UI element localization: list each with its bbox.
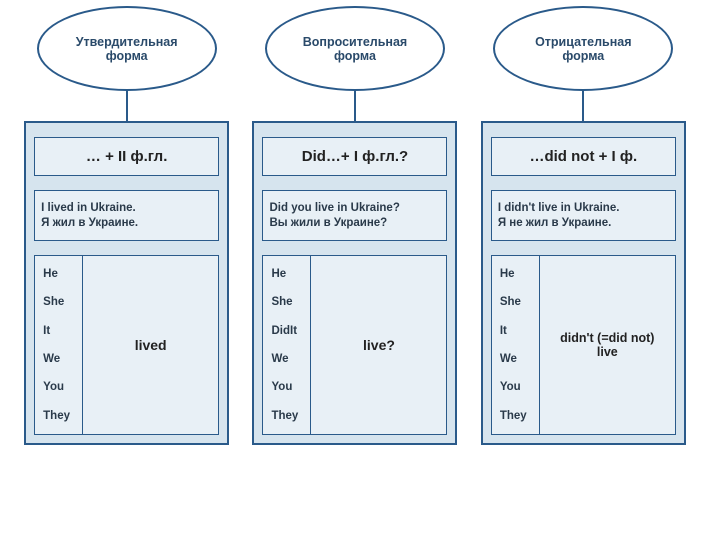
verb-text: live? bbox=[363, 337, 395, 353]
title-line: форма bbox=[334, 49, 376, 63]
pronoun-column: He She DidIt We You They bbox=[263, 256, 311, 434]
pronoun: You bbox=[500, 381, 531, 393]
title-ellipse-affirmative: Утвердительная форма bbox=[37, 6, 217, 91]
pronoun: She bbox=[271, 296, 302, 308]
verb-column: didn't (=did not) live bbox=[540, 256, 675, 434]
example-ru: Я не жил в Украине. bbox=[498, 217, 669, 229]
pronoun: You bbox=[43, 381, 74, 393]
pronoun: He bbox=[500, 268, 531, 280]
verb-column: live? bbox=[311, 256, 446, 434]
pronoun: DidIt bbox=[271, 325, 302, 337]
pronoun: They bbox=[43, 410, 74, 422]
panel-interrogative: Did…+ I ф.гл.? Did you live in Ukraine? … bbox=[252, 121, 457, 445]
example-en: I didn't live in Ukraine. bbox=[498, 202, 669, 214]
pronoun-table: He She DidIt We You They live? bbox=[262, 255, 447, 435]
pronoun: We bbox=[43, 353, 74, 365]
formula-box: …did not + I ф. bbox=[491, 137, 676, 176]
pronoun-column: He She It We You They bbox=[492, 256, 540, 434]
connector-line bbox=[582, 87, 584, 121]
pronoun: It bbox=[43, 325, 74, 337]
title-line: Отрицательная bbox=[535, 35, 631, 49]
example-box: Did you live in Ukraine? Вы жили в Украи… bbox=[262, 190, 447, 241]
formula-box: … + II ф.гл. bbox=[34, 137, 219, 176]
panel-affirmative: … + II ф.гл. I lived in Ukraine. Я жил в… bbox=[24, 121, 229, 445]
panel-negative: …did not + I ф. I didn't live in Ukraine… bbox=[481, 121, 686, 445]
pronoun: They bbox=[500, 410, 531, 422]
pronoun: He bbox=[43, 268, 74, 280]
title-line: форма bbox=[562, 49, 604, 63]
pronoun: You bbox=[271, 381, 302, 393]
pronoun: She bbox=[43, 296, 74, 308]
example-en: I lived in Ukraine. bbox=[41, 202, 212, 214]
example-en: Did you live in Ukraine? bbox=[269, 202, 440, 214]
pronoun-table: He She It We You They lived bbox=[34, 255, 219, 435]
pronoun: She bbox=[500, 296, 531, 308]
pronoun-table: He She It We You They didn't (=did not) … bbox=[491, 255, 676, 435]
column-interrogative: Вопросительная форма Did…+ I ф.гл.? Did … bbox=[248, 0, 461, 445]
pronoun: He bbox=[271, 268, 302, 280]
verb-text: didn't (=did not) bbox=[560, 331, 654, 345]
pronoun: They bbox=[271, 410, 302, 422]
pronoun: We bbox=[271, 353, 302, 365]
diagram-container: Утвердительная форма … + II ф.гл. I live… bbox=[0, 0, 710, 445]
example-box: I lived in Ukraine. Я жил в Украине. bbox=[34, 190, 219, 241]
column-negative: Отрицательная форма …did not + I ф. I di… bbox=[477, 0, 690, 445]
title-line: Утвердительная bbox=[76, 35, 178, 49]
pronoun: We bbox=[500, 353, 531, 365]
column-affirmative: Утвердительная форма … + II ф.гл. I live… bbox=[20, 0, 233, 445]
example-ru: Вы жили в Украине? bbox=[269, 217, 440, 229]
verb-column: lived bbox=[83, 256, 218, 434]
formula-box: Did…+ I ф.гл.? bbox=[262, 137, 447, 176]
title-ellipse-interrogative: Вопросительная форма bbox=[265, 6, 445, 91]
title-line: Вопросительная bbox=[303, 35, 407, 49]
title-ellipse-negative: Отрицательная форма bbox=[493, 6, 673, 91]
title-line: форма bbox=[106, 49, 148, 63]
connector-line bbox=[126, 87, 128, 121]
verb-text: live bbox=[597, 345, 618, 359]
example-box: I didn't live in Ukraine. Я не жил в Укр… bbox=[491, 190, 676, 241]
verb-text: lived bbox=[135, 337, 167, 353]
example-ru: Я жил в Украине. bbox=[41, 217, 212, 229]
pronoun: It bbox=[500, 325, 531, 337]
connector-line bbox=[354, 87, 356, 121]
pronoun-column: He She It We You They bbox=[35, 256, 83, 434]
